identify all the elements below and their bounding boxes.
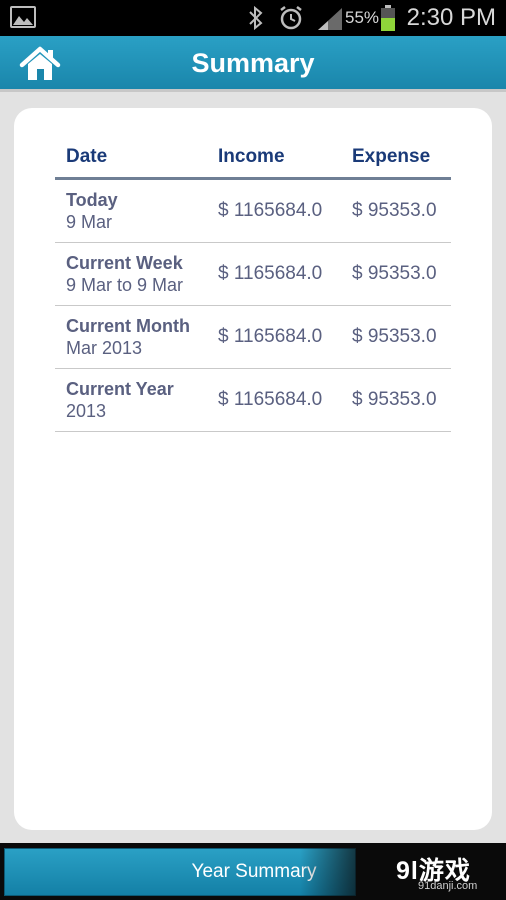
- date-cell: Current Month Mar 2013: [55, 316, 207, 359]
- period-label: Today: [66, 189, 118, 210]
- summary-table: Date Income Expense Today 9 Mar $ 116568…: [55, 136, 451, 432]
- period-label: Current Month: [66, 315, 190, 336]
- expense-value: $ 95353.0: [352, 389, 437, 410]
- period-label: Current Week: [66, 252, 183, 273]
- table-row[interactable]: Current Month Mar 2013 $ 1165684.0 $ 953…: [55, 306, 451, 369]
- year-summary-label: Year Summary: [191, 861, 317, 882]
- battery-percent: 55%: [345, 8, 380, 27]
- bottom-fade: [300, 848, 380, 896]
- table-row[interactable]: Today 9 Mar $ 1165684.0 $ 95353.0: [55, 180, 451, 243]
- income-value: $ 1165684.0: [218, 200, 323, 221]
- expense-value: $ 95353.0: [352, 200, 437, 221]
- status-time: 2:30 PM: [406, 4, 496, 31]
- period-range: 9 Mar to 9 Mar: [66, 274, 184, 295]
- column-header-date: Date: [66, 145, 108, 167]
- income-value: $ 1165684.0: [218, 263, 323, 284]
- column-header-expense: Expense: [352, 145, 431, 167]
- date-cell: Current Year 2013: [55, 379, 207, 422]
- table-row[interactable]: Current Year 2013 $ 1165684.0 $ 95353.0: [55, 369, 451, 432]
- table-row[interactable]: Current Week 9 Mar to 9 Mar $ 1165684.0 …: [55, 243, 451, 306]
- date-cell: Today 9 Mar: [55, 190, 207, 233]
- income-value: $ 1165684.0: [218, 326, 323, 347]
- app-header: Summary: [0, 36, 506, 92]
- signal-icon: [318, 8, 342, 30]
- table-header: Date Income Expense: [55, 136, 451, 180]
- page-title: Summary: [191, 48, 315, 78]
- period-range: 9 Mar: [66, 211, 113, 232]
- expense-value: $ 95353.0: [352, 263, 437, 284]
- income-value: $ 1165684.0: [218, 389, 323, 410]
- date-cell: Current Week 9 Mar to 9 Mar: [55, 253, 207, 296]
- alarm-icon: [280, 6, 302, 30]
- period-label: Current Year: [66, 378, 174, 399]
- bluetooth-icon: [249, 6, 263, 30]
- image-icon: [10, 6, 36, 28]
- watermark-url: 91danji.com: [418, 880, 478, 892]
- period-range: 2013: [66, 400, 107, 421]
- battery-icon: [381, 5, 395, 31]
- expense-value: $ 95353.0: [352, 326, 437, 347]
- column-header-income: Income: [218, 145, 285, 167]
- status-bar: 55% 2:30 PM: [0, 0, 506, 36]
- summary-card: Date Income Expense Today 9 Mar $ 116568…: [14, 108, 492, 830]
- period-range: Mar 2013: [66, 337, 143, 358]
